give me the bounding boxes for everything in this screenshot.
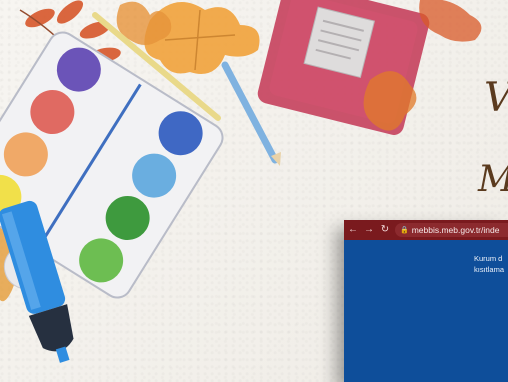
address-bar[interactable]: 🔒 mebbis.meb.gov.tr/inde	[395, 223, 508, 237]
headline-line-1: V	[484, 78, 508, 118]
content-line-1: Kurum d	[474, 254, 503, 263]
browser-toolbar: ← → ↻ 🔒 mebbis.meb.gov.tr/inde	[344, 220, 508, 240]
address-url: mebbis.meb.gov.tr/inde	[411, 225, 500, 235]
notebook-illustration	[257, 0, 430, 135]
lock-icon: 🔒	[400, 227, 409, 234]
headline-line-2: M	[478, 162, 508, 198]
arrow-right-icon[interactable]: →	[363, 220, 375, 240]
arrow-left-icon[interactable]: ←	[347, 220, 359, 240]
browser-page-content: Kurum d kısıtlama	[344, 240, 508, 275]
reload-icon[interactable]: ↻	[379, 220, 391, 240]
content-line-2: kısıtlama	[474, 265, 505, 274]
browser-screenshot: ← → ↻ 🔒 mebbis.meb.gov.tr/inde Kurum d k…	[344, 220, 508, 382]
